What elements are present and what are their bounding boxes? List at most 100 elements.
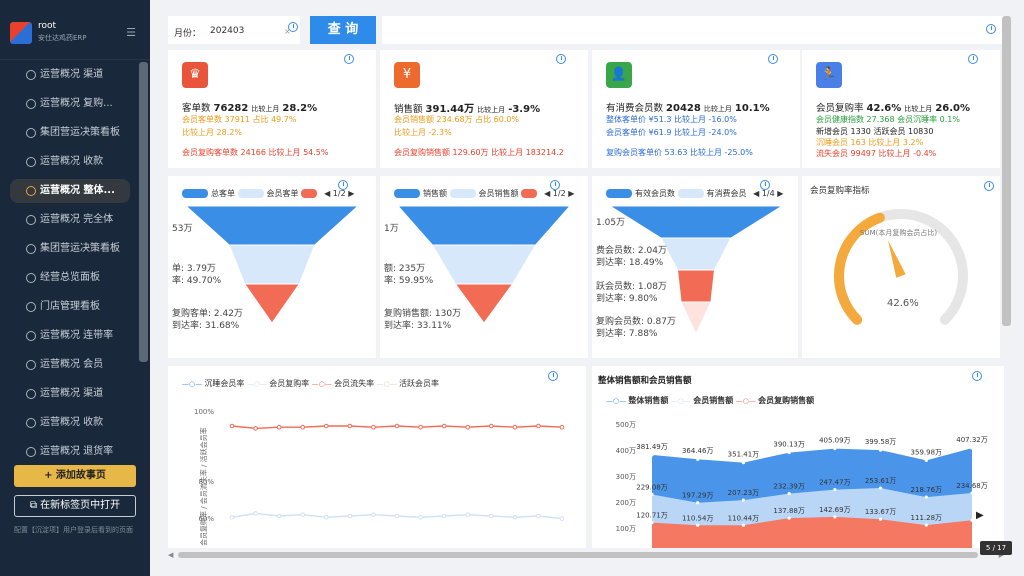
sidebar-item[interactable]: 运营概况 完全体 (10, 208, 130, 232)
area-point[interactable] (833, 515, 837, 519)
query-button[interactable]: 查 询 (310, 16, 376, 44)
line-point[interactable] (323, 423, 329, 429)
area-point[interactable] (833, 488, 837, 492)
funnel-segment[interactable] (228, 244, 316, 285)
area-point[interactable] (650, 521, 654, 525)
sidebar-item[interactable]: 经营总览面板 (10, 266, 130, 290)
line-point[interactable] (488, 513, 494, 519)
sidebar-item[interactable]: 运营概况 退货率 (10, 440, 130, 464)
line-point[interactable] (536, 513, 541, 519)
area-point[interactable] (696, 457, 700, 461)
line-point[interactable] (323, 515, 329, 520)
area-point[interactable] (696, 523, 700, 527)
line-point[interactable] (418, 424, 423, 430)
sidebar-item[interactable]: 集团营运决策看板 (10, 121, 130, 145)
line-point[interactable] (512, 515, 518, 520)
menu-toggle-icon[interactable]: ☰ (126, 26, 136, 39)
area-point[interactable] (650, 453, 654, 457)
area-point[interactable] (833, 447, 837, 451)
sidebar-item[interactable]: 运营概况 连带率 (10, 324, 130, 348)
area-point[interactable] (787, 516, 791, 520)
dashboard-icon (26, 157, 36, 167)
line-point[interactable] (229, 515, 235, 520)
line-point[interactable] (536, 423, 541, 429)
funnel-segment[interactable] (660, 237, 732, 271)
line-point[interactable] (300, 512, 306, 517)
area-point[interactable] (878, 448, 883, 452)
scroll-left-icon[interactable]: ◀ (168, 551, 173, 559)
area-point[interactable] (741, 461, 746, 465)
sidebar-item[interactable]: 集团营运决策看板 (10, 237, 130, 261)
sidebar-item[interactable]: 门店管理看板 (10, 295, 130, 319)
area-point[interactable] (970, 446, 974, 450)
line-point[interactable] (253, 426, 258, 431)
sidebar-item-label: 运营概况 收款 (40, 417, 104, 428)
line-point[interactable] (394, 513, 400, 519)
sidebar-item[interactable]: 运营概况 渠道 (10, 63, 130, 87)
funnel-segment[interactable] (608, 205, 784, 239)
area-point[interactable] (878, 486, 883, 490)
funnel-segment[interactable] (431, 244, 537, 285)
sidebar-scrollbar[interactable] (139, 62, 148, 362)
line-point[interactable] (394, 423, 400, 429)
line-point[interactable] (465, 424, 471, 430)
line-point[interactable] (465, 512, 471, 517)
sidebar-item[interactable]: 运营概况 渠道 (10, 382, 130, 406)
line-point[interactable] (441, 513, 447, 519)
dashboard-icon (26, 389, 36, 399)
area-point[interactable] (924, 458, 928, 463)
sidebar-item[interactable]: 运营概况 整体... (10, 179, 130, 203)
month-filter-value[interactable]: 202403 (210, 26, 244, 36)
line-point[interactable] (276, 424, 282, 430)
open-in-new-tab-label: 在新标签页中打开 (40, 500, 121, 511)
line-point[interactable] (559, 516, 565, 521)
line-point[interactable] (300, 424, 306, 430)
funnel-segment[interactable] (680, 301, 712, 336)
month-filter[interactable]: 月份： 202403 × (168, 16, 300, 44)
funnel-segment[interactable] (184, 205, 360, 246)
area-point[interactable] (970, 491, 974, 495)
vertical-scroll-thumb[interactable] (1002, 16, 1011, 326)
line-point[interactable] (371, 424, 376, 430)
line-point[interactable] (347, 513, 353, 519)
kpi-compare-label: 比较上月 (703, 105, 732, 113)
next-page-icon[interactable]: ▶ (976, 510, 984, 521)
line-point[interactable] (347, 423, 353, 429)
line-point[interactable] (488, 423, 494, 429)
line-point[interactable] (371, 512, 376, 517)
kpi-detail-line: 会员销售额 234.68万 占比 60.0% (394, 115, 520, 124)
funnel-card: 总客单 会员客单 ◀ 1/2 ▶ 53万 单: 3.79万 率: 49.70% 复购客单… (168, 176, 376, 358)
area-point[interactable] (741, 498, 746, 502)
sidebar-item[interactable]: 运营概况 复购... (10, 92, 130, 116)
area-point[interactable] (787, 450, 791, 455)
area-point[interactable] (650, 492, 654, 497)
sidebar-item[interactable]: 运营概况 收款 (10, 411, 130, 435)
area-point[interactable] (924, 523, 928, 527)
line-point[interactable] (418, 515, 423, 520)
funnel-segment[interactable] (396, 205, 572, 246)
funnel-segment[interactable] (676, 269, 716, 303)
area-point[interactable] (787, 491, 791, 496)
area-point[interactable] (924, 495, 928, 499)
area-point[interactable] (970, 518, 974, 522)
horizontal-scrollbar[interactable]: ◀ ▶ (168, 550, 1004, 560)
horizontal-scroll-thumb[interactable] (178, 552, 978, 558)
area-point[interactable] (741, 523, 746, 527)
line-point[interactable] (229, 423, 235, 429)
line-point[interactable] (276, 513, 282, 519)
line-point[interactable] (559, 424, 565, 430)
open-in-new-tab-button[interactable]: ⧉ 在新标签页中打开 (14, 495, 136, 517)
crown-icon: ♛ (182, 62, 208, 88)
line-point[interactable] (441, 423, 447, 429)
add-story-page-button[interactable]: + 添加故事页 (14, 465, 136, 487)
area-point[interactable] (878, 517, 883, 521)
line-point[interactable] (512, 424, 518, 430)
line-point[interactable] (253, 511, 258, 516)
funnel-segment[interactable] (454, 283, 514, 324)
funnel-segment[interactable] (243, 283, 301, 324)
sidebar-item[interactable]: 运营概况 收款 (10, 150, 130, 174)
kpi-compare-label: 比较上月 (251, 105, 280, 113)
sidebar-item[interactable]: 运营概况 会员 (10, 353, 130, 377)
kpi-card: ¥ 销售额 391.44万 比较上月 -3.9% 会员销售额 234.68万 占比 … (380, 50, 588, 168)
area-point[interactable] (696, 501, 700, 505)
